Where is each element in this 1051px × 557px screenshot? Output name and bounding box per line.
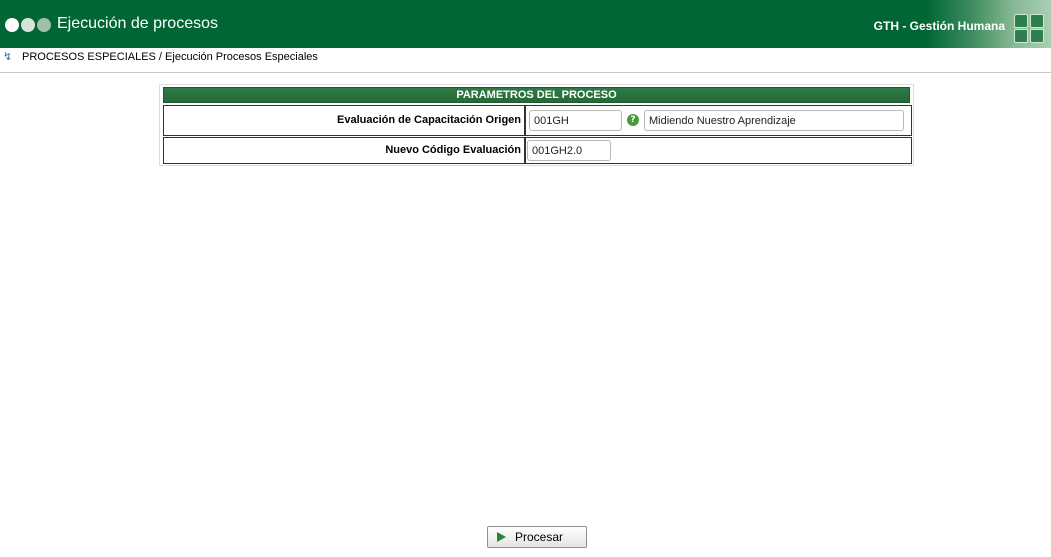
process-button[interactable]: Procesar bbox=[487, 526, 587, 548]
origin-evaluation-label: Evaluación de Capacitación Origen bbox=[337, 114, 521, 126]
origin-evaluation-label-cell: Evaluación de Capacitación Origen bbox=[163, 105, 525, 136]
process-parameters-panel: PARAMETROS DEL PROCESO Evaluación de Cap… bbox=[159, 84, 914, 166]
dot-icon bbox=[21, 18, 35, 32]
origin-evaluation-value-cell: ? bbox=[525, 105, 912, 136]
page-title: Ejecución de procesos bbox=[57, 15, 218, 32]
app-header: Ejecución de procesos GTH - Gestión Huma… bbox=[0, 0, 1051, 48]
module-name: GTH - Gestión Humana bbox=[873, 19, 1005, 33]
breadcrumb-bar: ↯ PROCESOS ESPECIALES / Ejecución Proces… bbox=[0, 48, 1051, 73]
dot-icon bbox=[37, 18, 51, 32]
process-button-label: Procesar bbox=[515, 530, 564, 544]
new-code-label: Nuevo Código Evaluación bbox=[385, 144, 521, 156]
new-code-value-cell bbox=[525, 137, 912, 164]
origin-description-input[interactable] bbox=[644, 110, 904, 131]
play-icon bbox=[497, 532, 506, 542]
breadcrumb: PROCESOS ESPECIALES / Ejecución Procesos… bbox=[22, 51, 318, 63]
new-code-input[interactable] bbox=[527, 140, 611, 161]
info-arrow-icon: ↯ bbox=[3, 50, 13, 63]
panel-title: PARAMETROS DEL PROCESO bbox=[163, 87, 910, 103]
users-icon bbox=[1014, 14, 1048, 44]
origin-code-input[interactable] bbox=[529, 110, 622, 131]
new-code-label-cell: Nuevo Código Evaluación bbox=[163, 137, 525, 164]
dot-icon bbox=[5, 18, 19, 32]
help-icon[interactable]: ? bbox=[627, 114, 639, 126]
